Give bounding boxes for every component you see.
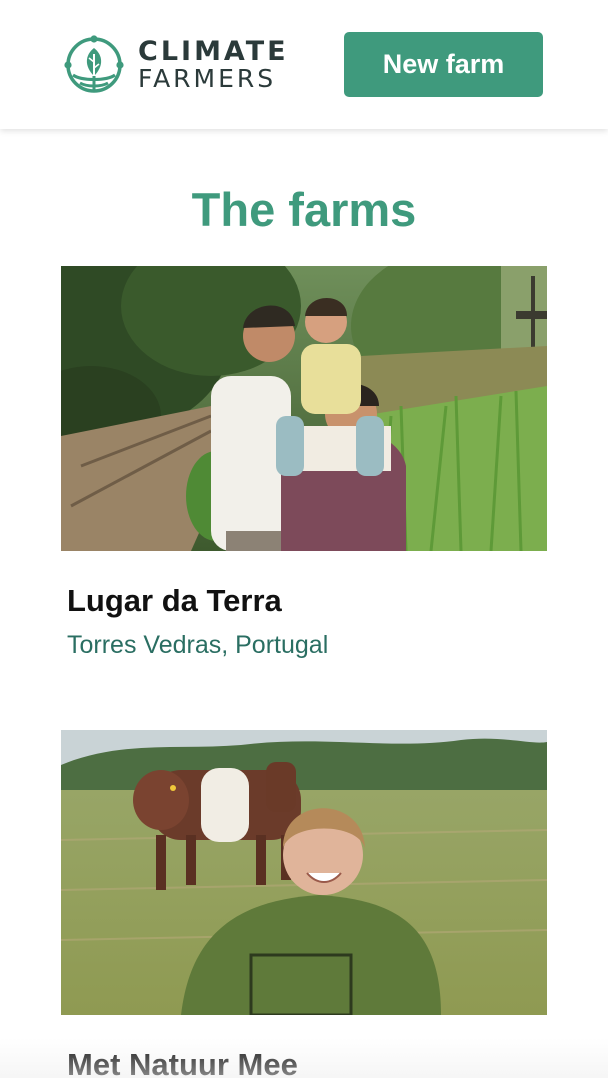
climate-farmers-logo[interactable]: CLIMATE FARMERS [64, 34, 289, 94]
new-farm-button[interactable]: New farm [344, 32, 543, 97]
farm-card[interactable]: Met Natuur Mee [61, 730, 547, 1083]
logo-wordmark: CLIMATE FARMERS [138, 38, 289, 91]
farm-card[interactable]: Lugar da Terra Torres Vedras, Portugal [61, 266, 547, 660]
farm-name[interactable]: Lugar da Terra [61, 583, 547, 619]
farm-location: Torres Vedras, Portugal [61, 631, 547, 660]
farmer-with-cow-photo [61, 730, 547, 1015]
logo-word-farmers: FARMERS [138, 66, 289, 91]
page-title: The farms [0, 182, 608, 237]
site-header: CLIMATE FARMERS New farm [0, 0, 608, 129]
family-in-garden-photo [61, 266, 547, 551]
logo-word-climate: CLIMATE [138, 38, 289, 65]
leaf-globe-logo-icon [64, 34, 124, 94]
